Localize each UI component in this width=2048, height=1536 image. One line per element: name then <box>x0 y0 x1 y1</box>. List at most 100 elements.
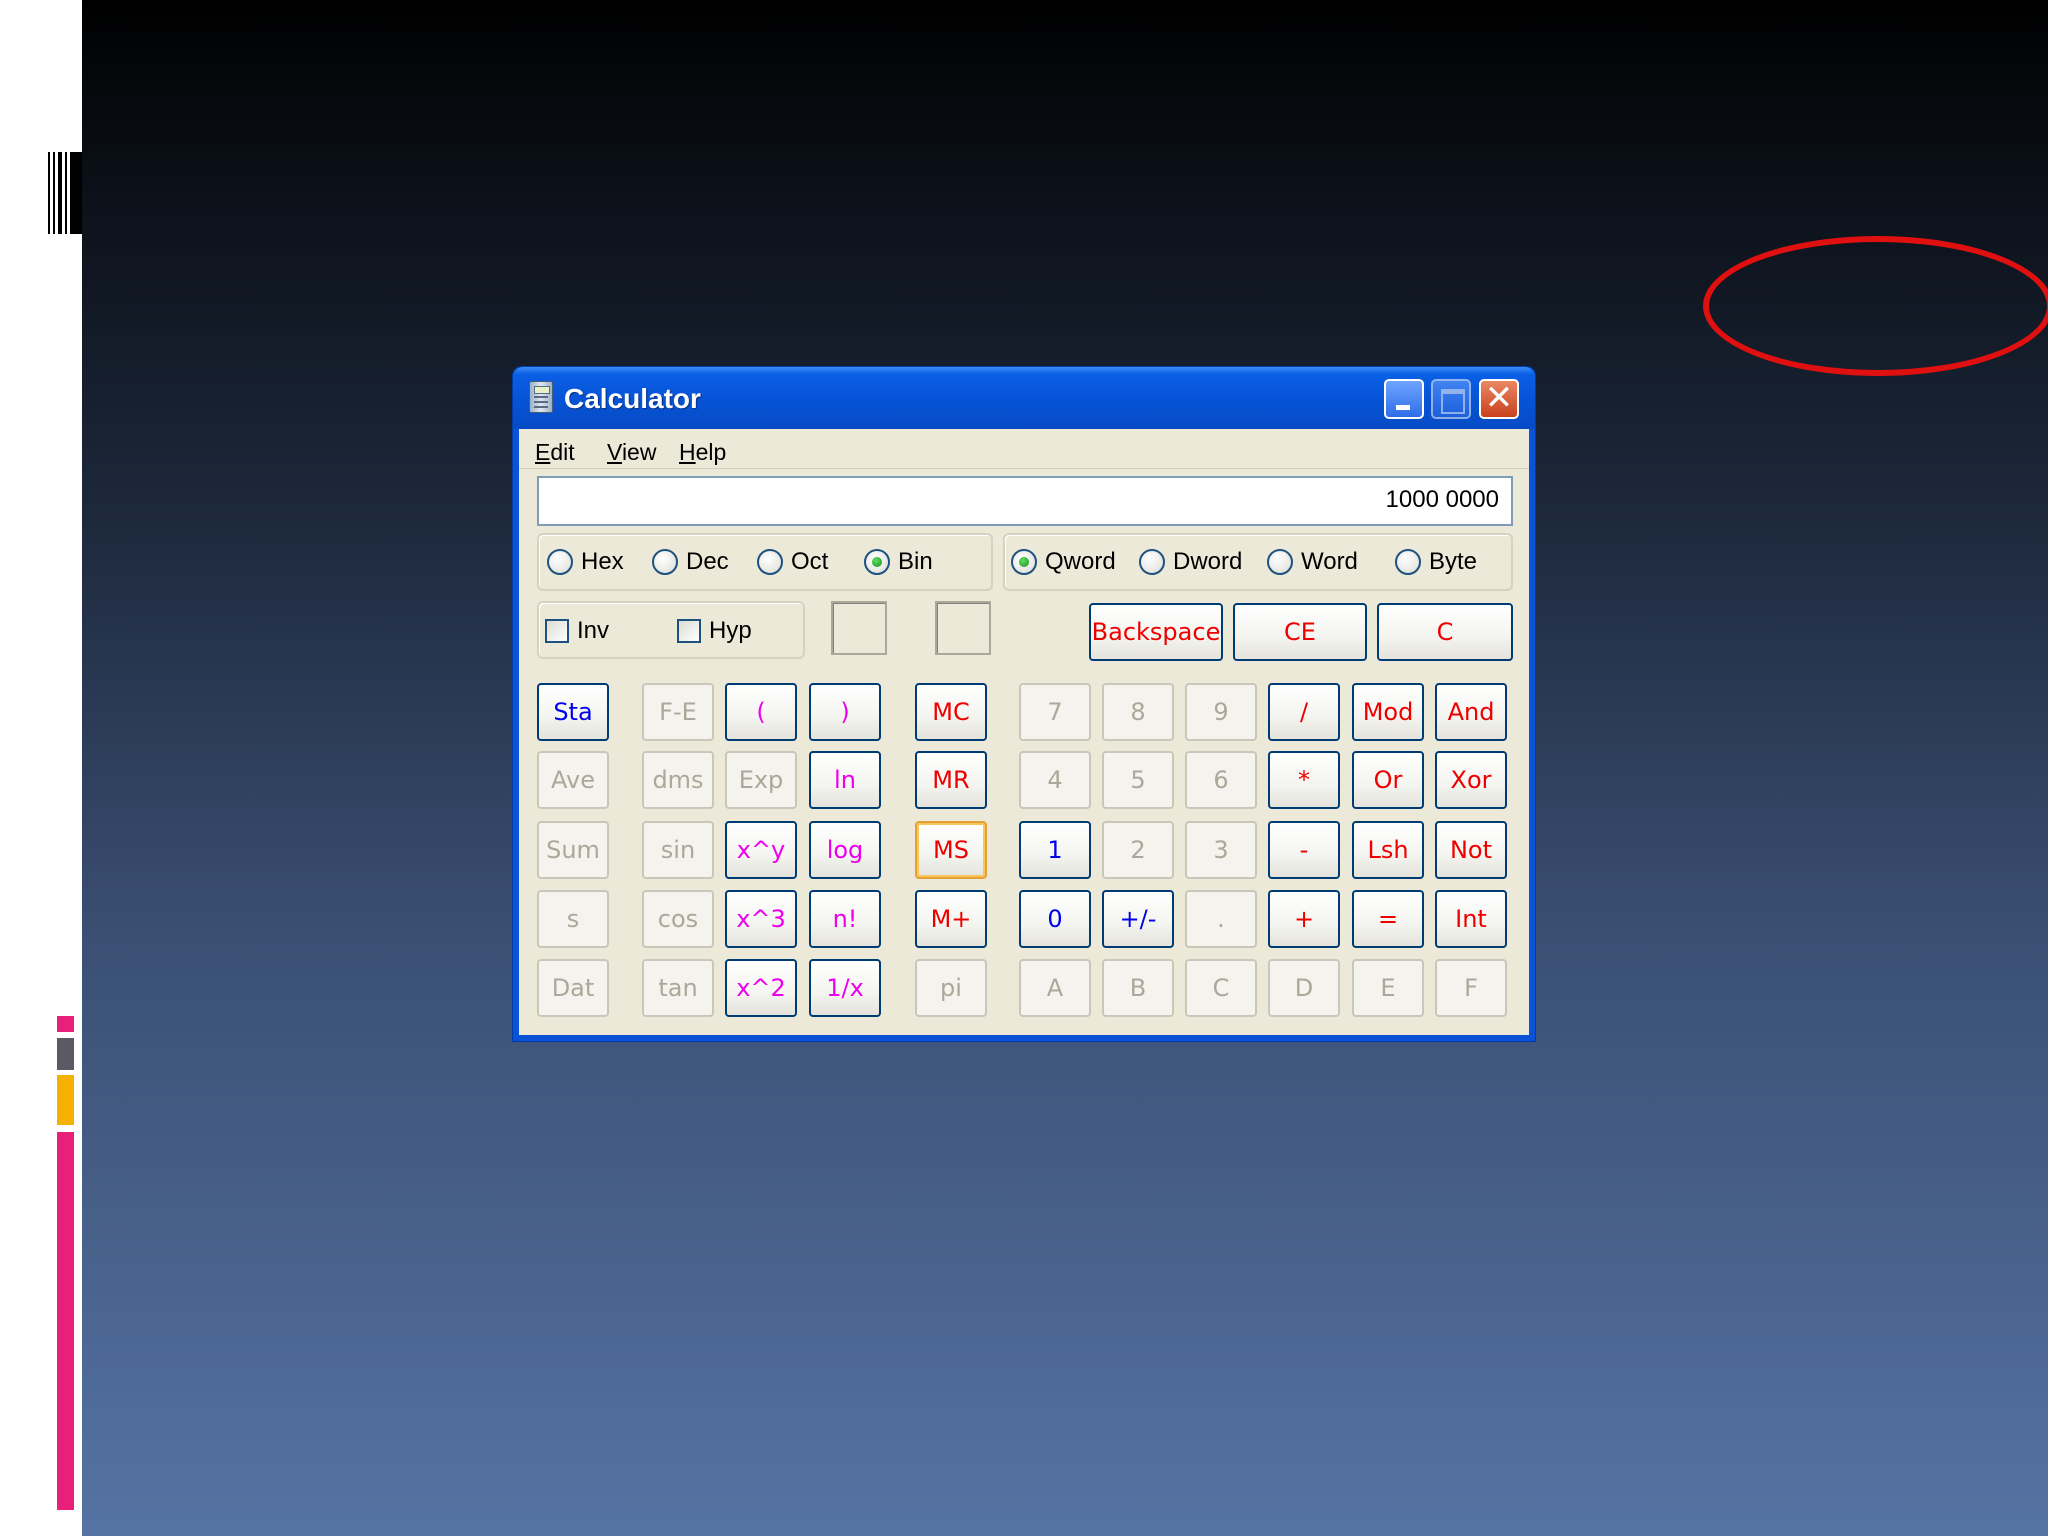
backspace-button[interactable]: Backspace <box>1089 603 1223 661</box>
number-base-group: Hex Dec Oct Bin <box>537 533 993 591</box>
mc-button[interactable]: MC <box>915 683 987 741</box>
m-plus-button[interactable]: M+ <box>915 890 987 948</box>
word-size-group: Qword Dword Word Byte <box>1003 533 1513 591</box>
ave-button[interactable]: Ave <box>537 751 609 809</box>
exp-button[interactable]: Exp <box>725 751 797 809</box>
radio-byte[interactable]: Byte <box>1395 547 1477 577</box>
x-cubed-button[interactable]: x^3 <box>725 890 797 948</box>
not-button[interactable]: Not <box>1435 821 1507 879</box>
mr-button[interactable]: MR <box>915 751 987 809</box>
radio-dword[interactable]: Dword <box>1139 547 1242 577</box>
hex-a-button[interactable]: A <box>1019 959 1091 1017</box>
hex-e-button[interactable]: E <box>1352 959 1424 1017</box>
digit-0-button[interactable]: 0 <box>1019 890 1091 948</box>
radio-dword-circle <box>1139 549 1165 575</box>
memory-indicator <box>831 601 887 655</box>
radio-hex-circle <box>547 549 573 575</box>
mod-button[interactable]: Mod <box>1352 683 1424 741</box>
sin-button[interactable]: sin <box>642 821 714 879</box>
radio-bin-circle <box>864 549 890 575</box>
close-button[interactable]: ✕ <box>1479 379 1519 419</box>
sta-button[interactable]: Sta <box>537 683 609 741</box>
ms-button[interactable]: MS <box>915 821 987 879</box>
cos-button[interactable]: cos <box>642 890 714 948</box>
accent-bar-pink-long <box>57 1132 74 1510</box>
radio-byte-circle <box>1395 549 1421 575</box>
add-button[interactable]: + <box>1268 890 1340 948</box>
accent-bar-gray <box>57 1038 74 1070</box>
barcode-decoration <box>48 152 82 234</box>
negate-button[interactable]: +/- <box>1102 890 1174 948</box>
pi-button[interactable]: pi <box>915 959 987 1017</box>
calculator-icon <box>529 381 553 413</box>
s-button[interactable]: s <box>537 890 609 948</box>
or-button[interactable]: Or <box>1352 751 1424 809</box>
checkbox-hyp[interactable]: Hyp <box>677 617 752 645</box>
digit-1-button[interactable]: 1 <box>1019 821 1091 879</box>
c-button[interactable]: C <box>1377 603 1513 661</box>
radio-qword-circle <box>1011 549 1037 575</box>
subtract-button[interactable]: - <box>1268 821 1340 879</box>
open-paren-button[interactable]: ( <box>725 683 797 741</box>
close-paren-button[interactable]: ) <box>809 683 881 741</box>
reciprocal-button[interactable]: 1/x <box>809 959 881 1017</box>
calculator-client-area: Edit View Help 1000 0000 Hex Dec Oct Bin… <box>519 429 1529 1035</box>
digit-9-button[interactable]: 9 <box>1185 683 1257 741</box>
radio-word-circle <box>1267 549 1293 575</box>
hex-b-button[interactable]: B <box>1102 959 1174 1017</box>
x-squared-button[interactable]: x^2 <box>725 959 797 1017</box>
checkbox-inv[interactable]: Inv <box>545 617 609 645</box>
checkbox-inv-box <box>545 619 569 643</box>
digit-8-button[interactable]: 8 <box>1102 683 1174 741</box>
digit-6-button[interactable]: 6 <box>1185 751 1257 809</box>
dms-button[interactable]: dms <box>642 751 714 809</box>
log-button[interactable]: log <box>809 821 881 879</box>
fe-button[interactable]: F-E <box>642 683 714 741</box>
factorial-button[interactable]: n! <box>809 890 881 948</box>
divide-button[interactable]: / <box>1268 683 1340 741</box>
maximize-button[interactable] <box>1431 379 1471 419</box>
radio-oct-circle <box>757 549 783 575</box>
xor-button[interactable]: Xor <box>1435 751 1507 809</box>
menu-edit[interactable]: Edit <box>535 439 575 466</box>
menu-view[interactable]: View <box>607 439 656 466</box>
digit-5-button[interactable]: 5 <box>1102 751 1174 809</box>
hex-c-button[interactable]: C <box>1185 959 1257 1017</box>
parenthesis-indicator <box>935 601 991 655</box>
sum-button[interactable]: Sum <box>537 821 609 879</box>
calculator-window: Calculator ✕ Edit View Help 1000 0000 He… <box>512 366 1536 1042</box>
accent-bar-yellow <box>57 1075 74 1125</box>
and-button[interactable]: And <box>1435 683 1507 741</box>
menu-bar: Edit View Help <box>519 429 1529 469</box>
radio-word[interactable]: Word <box>1267 547 1358 577</box>
digit-7-button[interactable]: 7 <box>1019 683 1091 741</box>
radio-oct[interactable]: Oct <box>757 547 828 577</box>
title-bar[interactable]: Calculator ✕ <box>513 367 1535 429</box>
menu-help[interactable]: Help <box>679 439 726 466</box>
digit-2-button[interactable]: 2 <box>1102 821 1174 879</box>
tan-button[interactable]: tan <box>642 959 714 1017</box>
window-title: Calculator <box>564 383 701 414</box>
minimize-button[interactable] <box>1384 379 1424 419</box>
ln-button[interactable]: ln <box>809 751 881 809</box>
result-display[interactable]: 1000 0000 <box>537 476 1513 526</box>
highlight-ellipse <box>1703 236 2048 376</box>
lsh-button[interactable]: Lsh <box>1352 821 1424 879</box>
accent-bar-pink-small <box>57 1016 74 1032</box>
dat-button[interactable]: Dat <box>537 959 609 1017</box>
radio-qword[interactable]: Qword <box>1011 547 1116 577</box>
radio-bin[interactable]: Bin <box>864 547 933 577</box>
ce-button[interactable]: CE <box>1233 603 1367 661</box>
equals-button[interactable]: = <box>1352 890 1424 948</box>
checkbox-hyp-box <box>677 619 701 643</box>
radio-dec[interactable]: Dec <box>652 547 729 577</box>
hex-d-button[interactable]: D <box>1268 959 1340 1017</box>
int-button[interactable]: Int <box>1435 890 1507 948</box>
hex-f-button[interactable]: F <box>1435 959 1507 1017</box>
digit-3-button[interactable]: 3 <box>1185 821 1257 879</box>
multiply-button[interactable]: * <box>1268 751 1340 809</box>
decimal-button[interactable]: . <box>1185 890 1257 948</box>
x-pow-y-button[interactable]: x^y <box>725 821 797 879</box>
radio-hex[interactable]: Hex <box>547 547 624 577</box>
digit-4-button[interactable]: 4 <box>1019 751 1091 809</box>
